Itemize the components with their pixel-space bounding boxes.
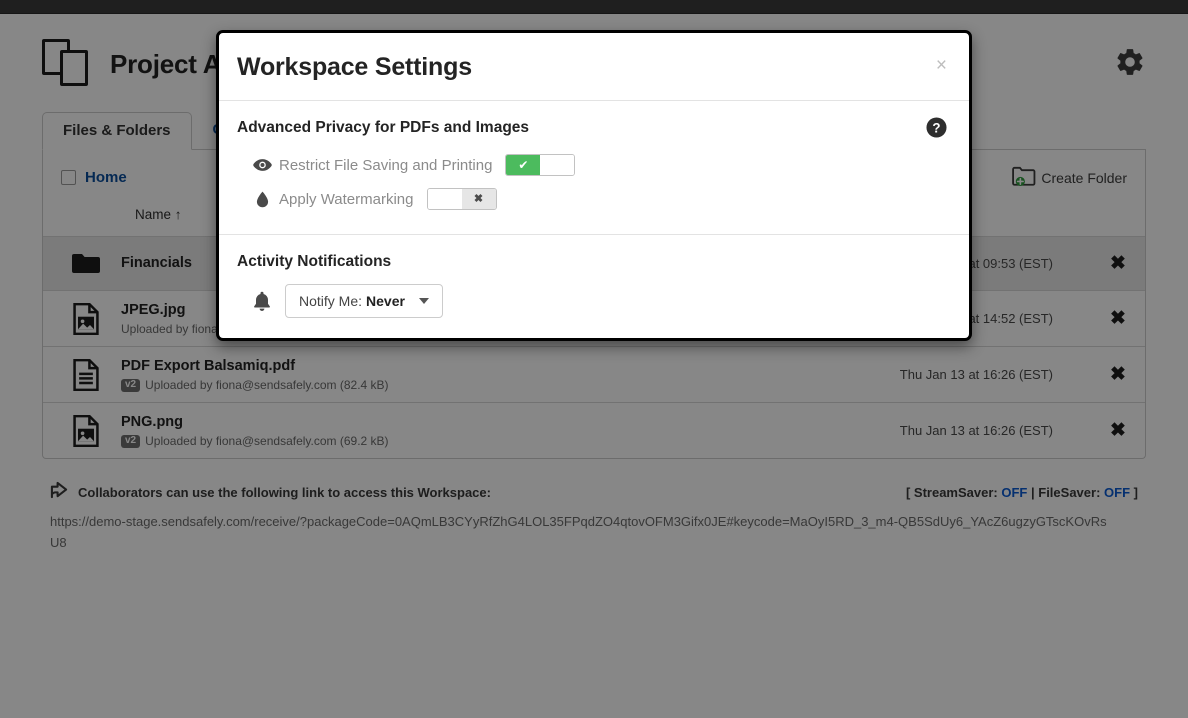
toggle-knob: [427, 189, 462, 209]
setting-apply-watermarking: Apply Watermarking ✖: [251, 184, 947, 214]
chevron-down-icon: [418, 298, 429, 304]
toggle-off-glyph: ✖: [461, 189, 496, 209]
water-drop-icon: [251, 191, 273, 208]
bell-icon: [247, 291, 277, 312]
eye-icon: [251, 158, 273, 172]
notify-me-dropdown[interactable]: Notify Me: Never: [285, 284, 443, 318]
notify-row: Notify Me: Never: [247, 284, 947, 318]
setting-label: Apply Watermarking: [279, 190, 414, 208]
help-circle-icon[interactable]: ?: [926, 117, 947, 143]
restrict-file-saving-toggle[interactable]: ✔: [505, 154, 576, 176]
section-title: Advanced Privacy for PDFs and Images: [237, 119, 530, 136]
dialog-header: Workspace Settings ×: [219, 33, 969, 101]
toggle-on-glyph: ✔: [506, 155, 541, 175]
workspace-settings-dialog: Workspace Settings × Advanced Privacy fo…: [216, 30, 972, 341]
toggle-knob: [540, 155, 575, 175]
notify-selected-value: Never: [366, 293, 405, 309]
apply-watermarking-toggle[interactable]: ✖: [426, 188, 497, 210]
activity-notifications-section: Activity Notifications Notify Me: Never: [219, 235, 969, 338]
setting-label: Restrict File Saving and Printing: [279, 156, 493, 174]
close-icon[interactable]: ×: [936, 56, 947, 75]
section-title: Activity Notifications: [237, 253, 392, 270]
dialog-title: Workspace Settings: [237, 53, 472, 81]
svg-text:?: ?: [932, 120, 940, 135]
notify-prefix-label: Notify Me:: [299, 293, 363, 309]
setting-restrict-file-saving: Restrict File Saving and Printing ✔: [251, 150, 947, 180]
advanced-privacy-section: Advanced Privacy for PDFs and Images ? R…: [219, 101, 969, 235]
